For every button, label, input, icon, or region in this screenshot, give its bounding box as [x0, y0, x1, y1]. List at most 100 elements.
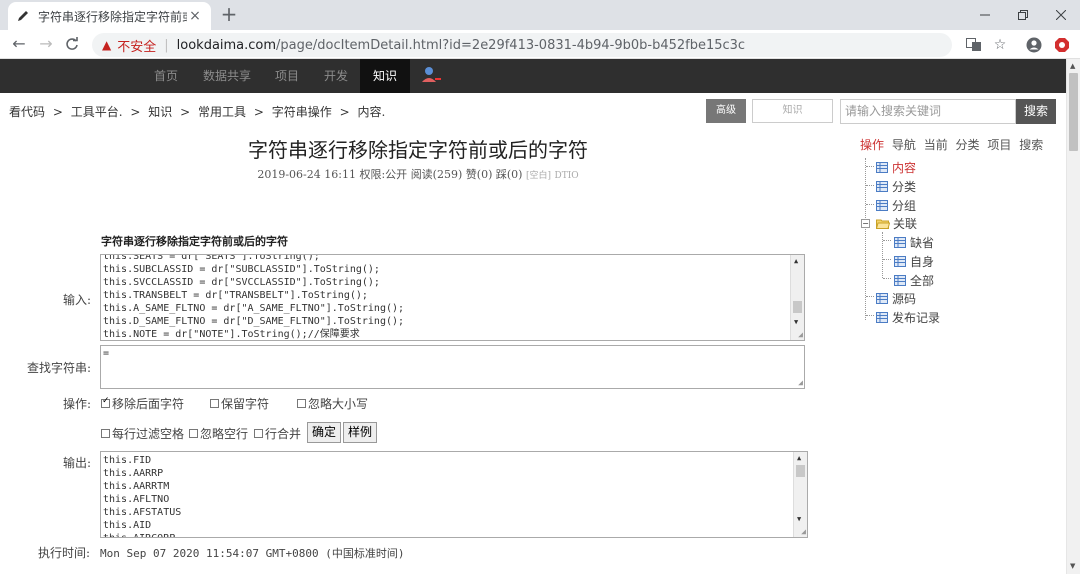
resize-grip-icon[interactable]: ◢: [801, 528, 806, 536]
checkbox-checked[interactable]: [101, 396, 110, 408]
input-scrollbar[interactable]: ▲ ▼: [790, 255, 804, 340]
tree-item-category[interactable]: 分类: [876, 178, 916, 195]
input-label: 输入:: [62, 293, 91, 307]
sidebar-tab-category[interactable]: 分类: [956, 138, 980, 152]
option-label: 行合并: [265, 427, 302, 441]
sidebar-tab-project[interactable]: 项目: [987, 138, 1011, 152]
search-input[interactable]: 请输入搜索关键词: [840, 99, 1016, 124]
breadcrumb-string-ops[interactable]: 字符串操作: [272, 105, 332, 119]
new-tab-button[interactable]: +: [219, 4, 239, 24]
sidebar-tab-nav[interactable]: 导航: [892, 138, 916, 152]
search-button[interactable]: 搜索: [1016, 99, 1056, 124]
advanced-search-button[interactable]: 高级: [706, 99, 746, 123]
grid-icon: [876, 181, 888, 192]
resize-grip-icon[interactable]: ◢: [798, 331, 803, 339]
tree-item-all[interactable]: 全部: [894, 272, 934, 289]
breadcrumb-tools[interactable]: 工具平台.: [71, 105, 123, 119]
option-remove-after[interactable]: 移除后面字符: [101, 395, 184, 412]
checkbox[interactable]: [297, 399, 306, 408]
collapse-toggle-icon[interactable]: −: [861, 219, 870, 228]
back-icon[interactable]: ←: [9, 34, 29, 54]
doc-dislikes[interactable]: 踩(0): [496, 168, 523, 181]
find-label: 查找字符串:: [26, 361, 91, 375]
nav-develop[interactable]: 开发: [324, 59, 348, 93]
confirm-button[interactable]: 确定: [307, 422, 342, 443]
forward-icon[interactable]: →: [36, 34, 56, 54]
sidebar-tab-operations[interactable]: 操作: [860, 138, 884, 152]
tree-item-content[interactable]: 内容: [876, 159, 916, 176]
reload-icon[interactable]: [62, 34, 82, 54]
scroll-up-icon[interactable]: ▲: [797, 454, 801, 462]
option-merge-lines[interactable]: 行合并: [254, 425, 301, 442]
option-ignore-case[interactable]: 忽略大小写: [297, 395, 368, 412]
tree-connector: [866, 296, 874, 297]
checkbox[interactable]: [254, 429, 263, 438]
find-textarea[interactable]: = ◢: [100, 345, 805, 389]
address-bar[interactable]: ▲ 不安全 | lookdaima.com /page/docItemDetai…: [92, 33, 952, 57]
translate-icon[interactable]: [963, 34, 985, 56]
close-window-icon[interactable]: [1042, 0, 1080, 30]
input-lines: this.SEATS = dr["SEATS"].ToString(); this…: [103, 255, 404, 340]
scroll-down-icon[interactable]: ▼: [797, 515, 801, 523]
doc-extra-code: DTIO: [554, 171, 579, 181]
nav-data-share[interactable]: 数据共享: [203, 59, 251, 93]
checkbox[interactable]: [210, 399, 219, 408]
input-textarea[interactable]: this.SEATS = dr["SEATS"].ToString(); this…: [100, 254, 805, 341]
example-button[interactable]: 样例: [343, 422, 378, 443]
minimize-icon[interactable]: [966, 0, 1004, 30]
tree-item-publish-log[interactable]: 发布记录: [876, 309, 940, 326]
search-scope-select[interactable]: 知识: [752, 99, 833, 123]
breadcrumb-knowledge[interactable]: 知识: [148, 105, 172, 119]
close-tab-icon[interactable]: ×: [187, 8, 203, 24]
scroll-down-icon[interactable]: ▼: [1070, 562, 1075, 570]
checkbox[interactable]: [189, 429, 198, 438]
tool-section-title: 字符串逐行移除指定字符前或后的字符: [101, 235, 288, 248]
option-ignore-empty[interactable]: 忽略空行: [189, 425, 248, 442]
nav-projects[interactable]: 项目: [275, 59, 299, 93]
tree-item-label: 发布记录: [892, 311, 941, 325]
breadcrumb-common-tools[interactable]: 常用工具: [198, 105, 246, 119]
page-scrollbar[interactable]: ▲ ▼: [1066, 59, 1080, 574]
bookmark-star-icon[interactable]: ☆: [989, 34, 1011, 56]
option-keep-chars[interactable]: 保留字符: [210, 395, 269, 412]
breadcrumb: 看代码 > 工具平台. > 知识 > 常用工具 > 字符串操作 > 内容.: [9, 103, 389, 120]
doc-likes[interactable]: 赞(0): [466, 168, 493, 181]
browser-tab[interactable]: 字符串逐行移除指定字符前或后的 ×: [8, 2, 211, 30]
output-line: this.AFLTNO: [103, 494, 170, 505]
output-scrollbar[interactable]: ▲ ▼: [793, 452, 807, 537]
tree-item-label: 全部: [910, 274, 935, 288]
checkbox[interactable]: [101, 429, 110, 438]
breadcrumb-home[interactable]: 看代码: [9, 105, 45, 119]
output-scroll-thumb[interactable]: [796, 465, 805, 477]
nav-knowledge[interactable]: 知识: [360, 59, 411, 93]
tree-item-default[interactable]: 缺省: [894, 234, 934, 251]
tree-item-group[interactable]: 分组: [876, 197, 916, 214]
option-trim-spaces[interactable]: 每行过滤空格: [101, 425, 184, 442]
scroll-down-icon[interactable]: ▼: [794, 318, 798, 326]
sidebar-tab-search[interactable]: 搜索: [1019, 138, 1043, 152]
breadcrumb-content[interactable]: 内容.: [357, 105, 385, 119]
output-line: this.AID: [103, 520, 152, 531]
tree-item-relations[interactable]: 关联: [875, 215, 918, 232]
restore-icon[interactable]: [1004, 0, 1042, 30]
nav-home[interactable]: 首页: [154, 59, 178, 93]
input-line: this.NOTE = dr["NOTE"].ToString();//保障要求: [103, 329, 360, 340]
user-icon[interactable]: [420, 65, 441, 85]
tree-item-label: 内容: [892, 161, 917, 175]
input-scroll-thumb[interactable]: [793, 301, 802, 313]
tree-item-label: 分类: [892, 180, 917, 194]
account-icon[interactable]: [1023, 34, 1045, 56]
folder-open-icon: [875, 218, 891, 229]
resize-grip-icon[interactable]: ◢: [798, 379, 803, 387]
tree-item-self[interactable]: 自身: [894, 253, 934, 270]
exec-time-label: 执行时间:: [38, 546, 91, 560]
tree-item-label: 关联: [893, 217, 918, 231]
scroll-up-icon[interactable]: ▲: [1070, 62, 1075, 70]
grid-icon: [876, 162, 888, 173]
tree-item-source[interactable]: 源码: [876, 290, 916, 307]
output-textarea[interactable]: this.FID this.AARRP this.AARRTM this.AFLTNO…: [100, 451, 808, 538]
scroll-up-icon[interactable]: ▲: [794, 257, 798, 265]
sidebar-tab-current[interactable]: 当前: [924, 138, 948, 152]
scrollbar-thumb[interactable]: [1069, 73, 1078, 151]
extension-icon[interactable]: [1051, 34, 1073, 56]
